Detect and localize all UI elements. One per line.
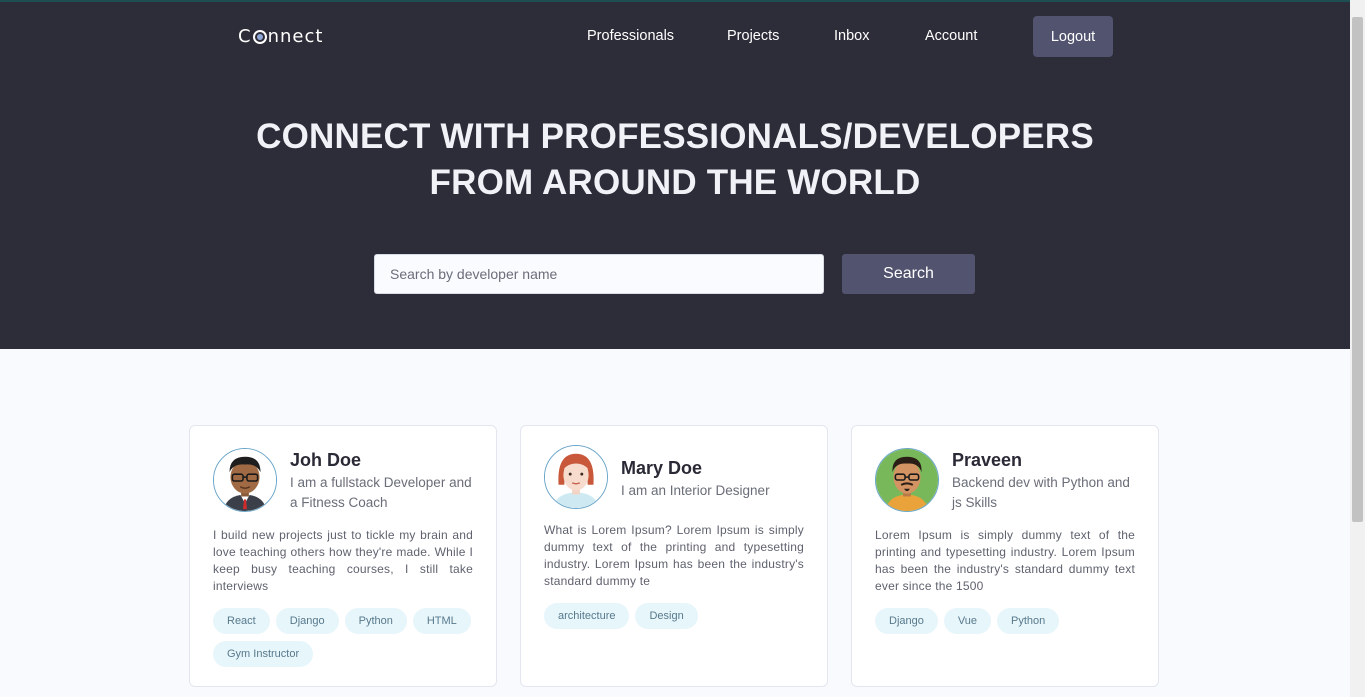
logout-button[interactable]: Logout <box>1033 16 1113 57</box>
developer-card[interactable]: Joh Doe I am a fullstack Developer and a… <box>189 425 497 687</box>
avatar <box>875 448 939 512</box>
headline-line1-normal: CONNECT WITH <box>256 117 541 156</box>
brand-letter-c: C <box>238 26 252 47</box>
card-name[interactable]: Mary Doe <box>621 458 702 479</box>
card-name[interactable]: Joh Doe <box>290 450 361 471</box>
card-name[interactable]: Praveen <box>952 450 1022 471</box>
tag[interactable]: Gym Instructor <box>213 641 314 667</box>
hero-headline: CONNECT WITH PROFESSIONALS/DEVELOPERS FR… <box>0 114 1350 206</box>
tag[interactable]: React <box>213 608 270 634</box>
avatar-man-beard-icon <box>876 449 938 511</box>
tag-list: Django Vue Python <box>875 608 1145 634</box>
card-title: I am an Interior Designer <box>621 483 770 498</box>
tag-list: architecture Design <box>544 603 814 629</box>
tag[interactable]: Vue <box>943 608 992 634</box>
scrollbar-thumb[interactable] <box>1352 17 1363 522</box>
developer-card[interactable]: Mary Doe I am an Interior Designer What … <box>520 425 828 687</box>
avatar-woman-icon <box>545 446 607 508</box>
tag[interactable]: HTML <box>412 608 471 634</box>
headline-line2: FROM AROUND THE WORLD <box>429 163 921 202</box>
nav-inbox[interactable]: Inbox <box>834 28 869 44</box>
card-title: Backend dev with Python and js Skills <box>952 475 1130 510</box>
brand-rest: nnect <box>267 26 324 47</box>
tag[interactable]: architecture <box>544 603 630 629</box>
magnifier-icon <box>252 29 267 44</box>
tag[interactable]: Python <box>997 608 1060 634</box>
tag-list: React Django Python HTML Gym Instructor <box>213 608 483 667</box>
headline-line1-bold: PROFESSIONALS/DEVELOPERS <box>540 117 1094 156</box>
avatar-man-glasses-icon <box>214 449 276 511</box>
nav-professionals[interactable]: Professionals <box>587 28 674 44</box>
hero-section: C nnect Professionals Projects Inbox Acc… <box>0 2 1350 349</box>
developer-card[interactable]: Praveen Backend dev with Python and js S… <box>851 425 1159 687</box>
card-bio: What is Lorem Ipsum? Lorem Ipsum is simp… <box>544 523 804 588</box>
avatar <box>544 445 608 509</box>
tag[interactable]: Django <box>875 608 938 634</box>
card-bio: Lorem Ipsum is simply dummy text of the … <box>875 528 1135 593</box>
tag[interactable]: Python <box>344 608 407 634</box>
tag[interactable]: Django <box>275 608 339 634</box>
tag[interactable]: Design <box>635 603 698 629</box>
nav-account[interactable]: Account <box>925 28 977 44</box>
card-bio: I build new projects just to tickle my b… <box>213 528 473 593</box>
brand-logo[interactable]: C nnect <box>238 26 323 47</box>
card-title: I am a fullstack Developer and a Fitness… <box>290 475 472 510</box>
search-input[interactable] <box>374 254 824 294</box>
nav-projects[interactable]: Projects <box>727 28 779 44</box>
page-scrollbar[interactable] <box>1350 0 1365 697</box>
avatar <box>213 448 277 512</box>
search-button[interactable]: Search <box>842 254 975 294</box>
